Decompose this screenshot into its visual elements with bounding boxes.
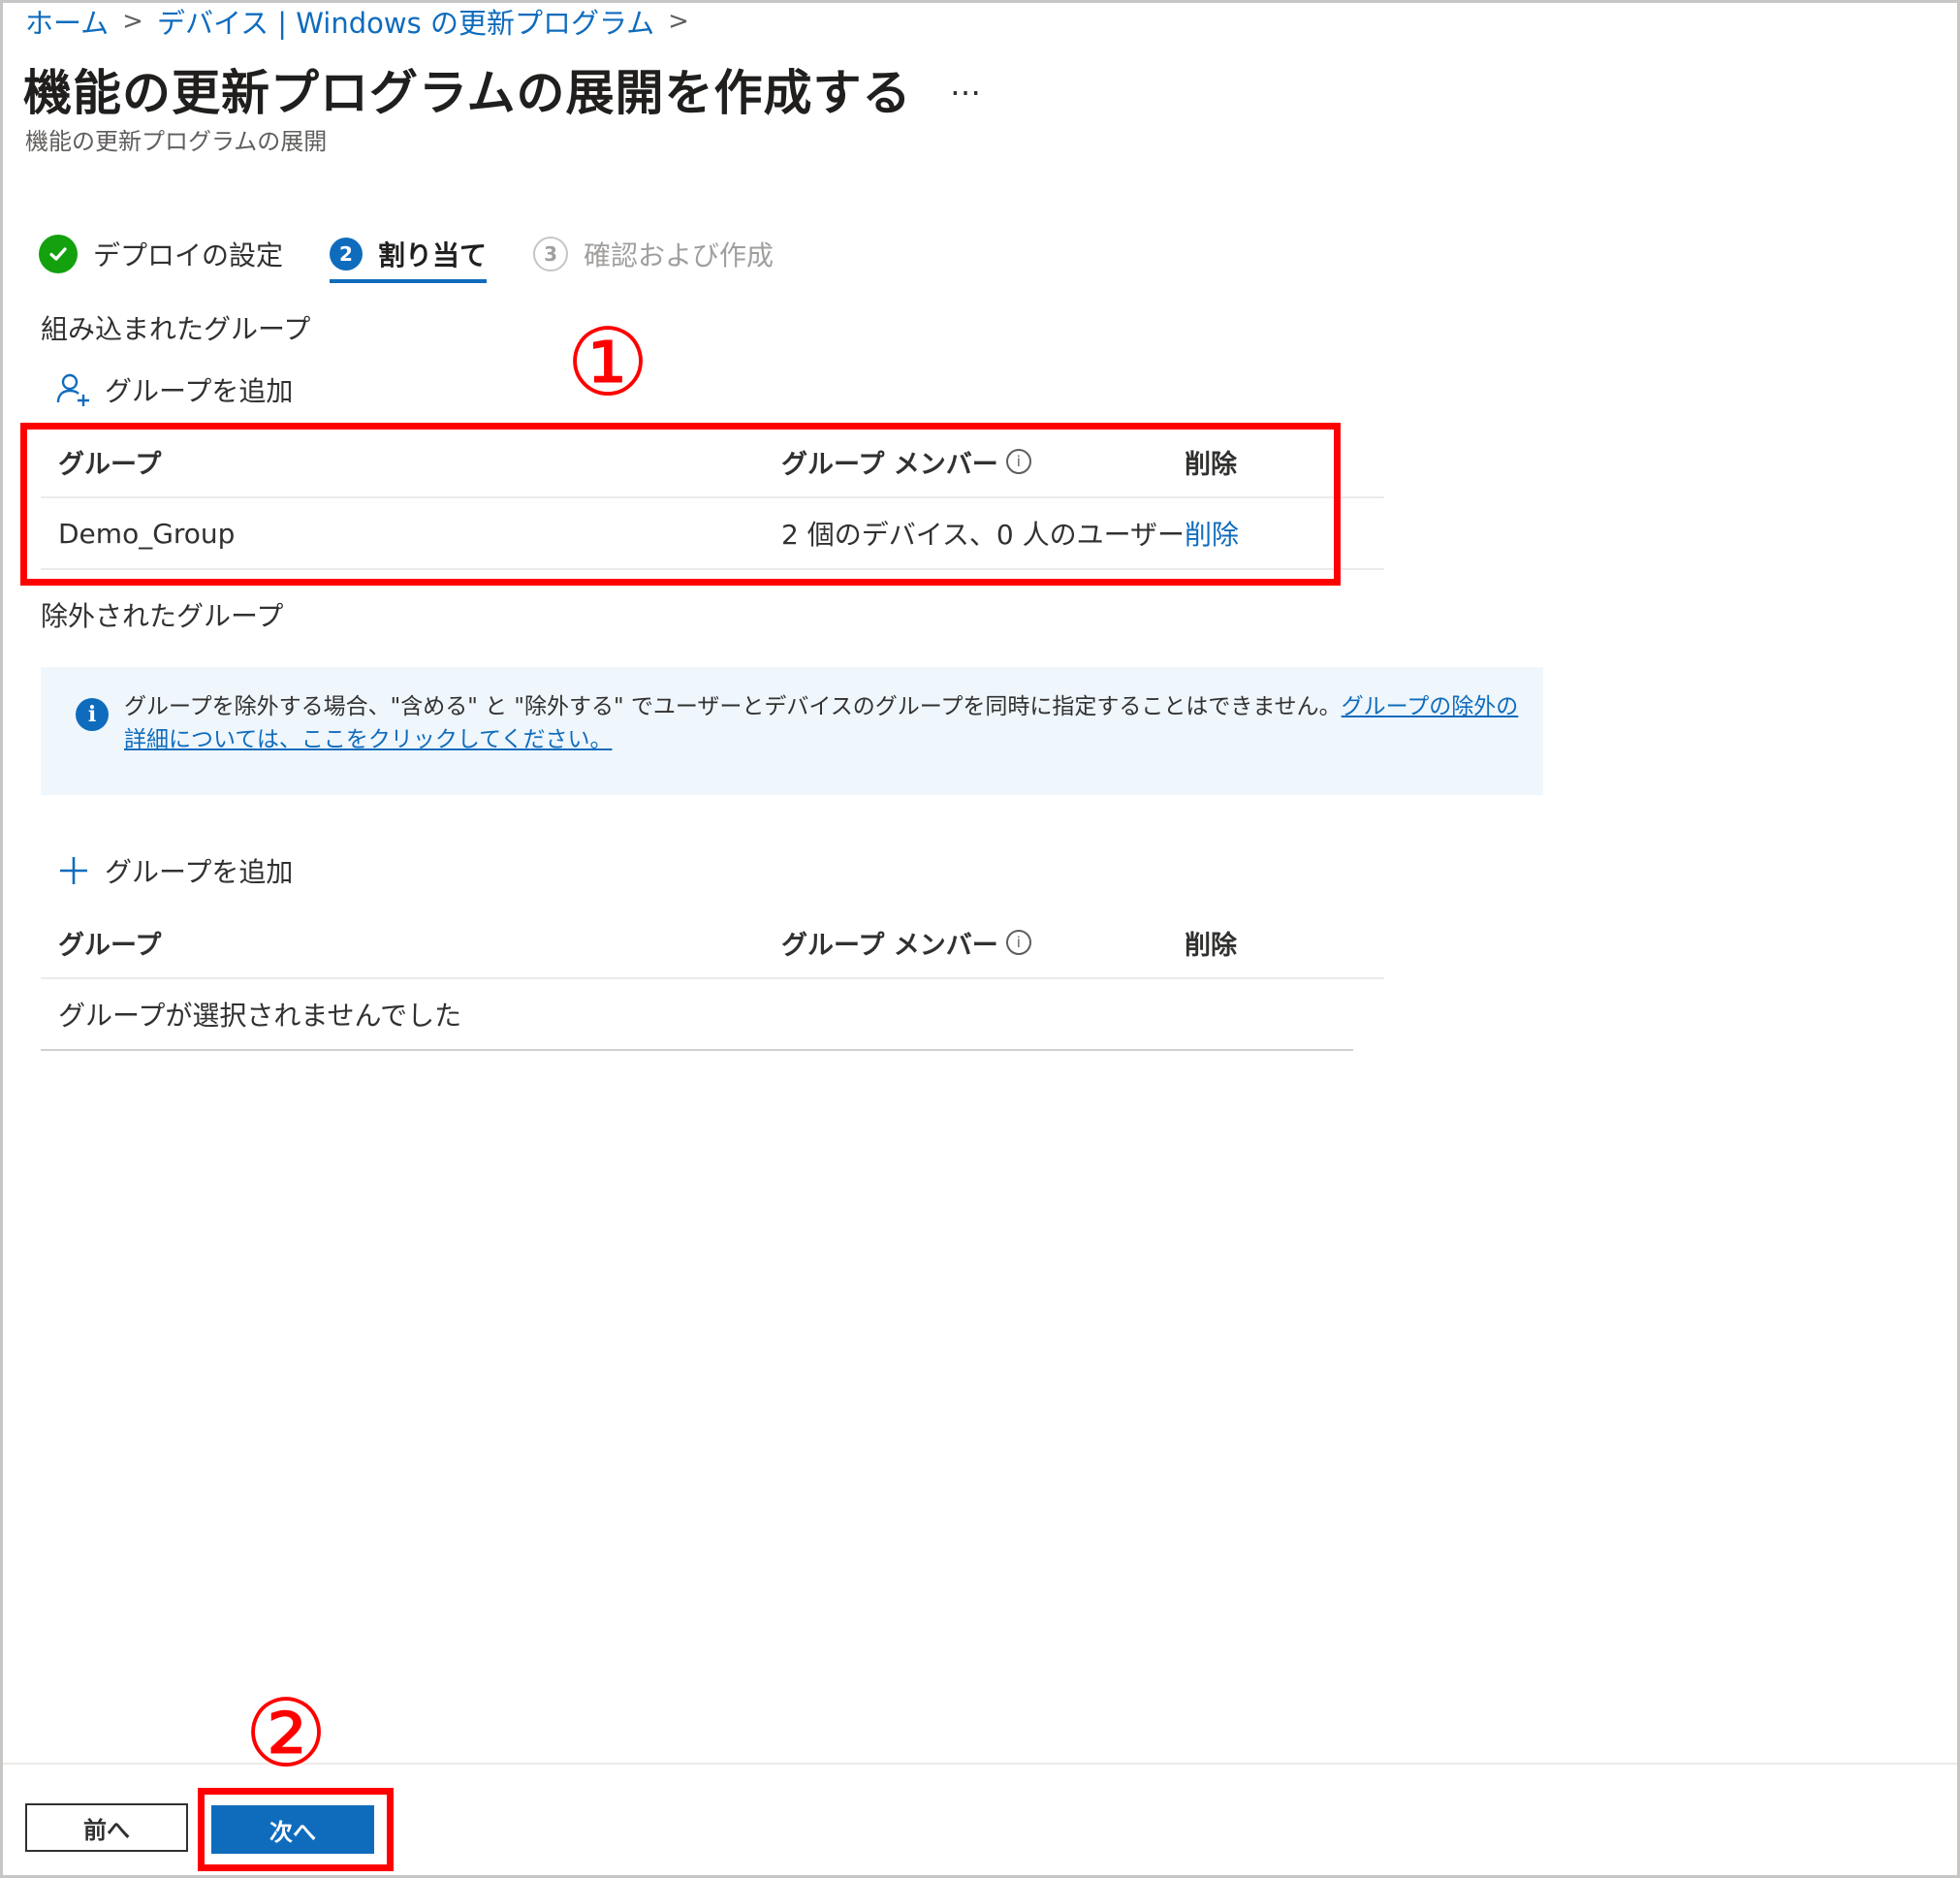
empty-row: グループが選択されませんでした — [41, 979, 1353, 1051]
add-group-label: グループを追加 — [105, 856, 294, 888]
breadcrumb: ホーム > デバイス | Windows の更新プログラム > — [25, 2, 703, 41]
breadcrumb-separator: > — [668, 7, 689, 36]
annotation-number-1: ① — [566, 308, 650, 417]
info-message-text: グループを除外する場合、"含める" と "除外する" でユーザーとデバイスのグル… — [124, 690, 1520, 756]
column-header-members: グループ メンバー i — [781, 907, 1031, 977]
add-excluded-group-button[interactable]: グループを追加 — [54, 851, 293, 890]
step-number-badge: 2 — [330, 238, 364, 271]
add-included-group-button[interactable]: グループを追加 — [54, 370, 293, 409]
breadcrumb-separator: > — [122, 7, 143, 36]
wizard-steps: デプロイの設定 2 割り当て 3 確認および作成 — [39, 225, 820, 283]
annotation-number-2: ② — [244, 1679, 329, 1788]
step-assignments[interactable]: 2 割り当て — [330, 225, 488, 283]
annotation-box-next-button — [198, 1788, 394, 1871]
table-header-row: グループ グループ メンバー i 削除 — [41, 907, 1384, 979]
info-circle-icon: i — [76, 698, 109, 731]
column-header-group: グループ — [58, 930, 162, 961]
excluded-groups-heading: 除外されたグループ — [41, 600, 284, 632]
step-label: 割り当て — [378, 239, 488, 271]
step-review-create[interactable]: 3 確認および作成 — [533, 225, 774, 283]
excluded-groups-table: グループ グループ メンバー i 削除 グループが選択されませんでした — [41, 907, 1384, 1051]
included-groups-heading: 組み込まれたグループ — [41, 313, 311, 345]
column-header-delete: 削除 — [1185, 930, 1237, 961]
breadcrumb-home[interactable]: ホーム — [25, 1, 109, 42]
more-options-button[interactable]: … — [950, 66, 983, 103]
plus-icon — [54, 851, 93, 890]
page-title: 機能の更新プログラムの展開を作成する — [23, 65, 912, 121]
previous-button[interactable]: 前へ — [25, 1803, 188, 1852]
page-subtitle: 機能の更新プログラムの展開 — [25, 128, 328, 155]
step-deploy-settings[interactable]: デプロイの設定 — [39, 225, 283, 283]
add-group-label: グループを追加 — [105, 375, 294, 407]
breadcrumb-windows-updates[interactable]: デバイス | Windows の更新プログラム — [157, 1, 654, 42]
info-message-bar: i グループを除外する場合、"含める" と "除外する" でユーザーとデバイスの… — [41, 667, 1543, 795]
step-label: デプロイの設定 — [93, 239, 284, 271]
add-person-icon — [54, 370, 93, 409]
annotation-box-included-groups — [20, 423, 1341, 586]
empty-state-text: グループが選択されませんでした — [58, 1000, 462, 1032]
step-label: 確認および作成 — [584, 239, 775, 271]
column-header-members-label: グループ メンバー — [781, 930, 998, 961]
info-message-body: グループを除外する場合、"含める" と "除外する" でユーザーとデバイスのグル… — [124, 694, 1342, 719]
info-icon[interactable]: i — [1005, 930, 1031, 955]
checkmark-icon — [39, 235, 78, 273]
step-number-badge: 3 — [533, 237, 569, 271]
